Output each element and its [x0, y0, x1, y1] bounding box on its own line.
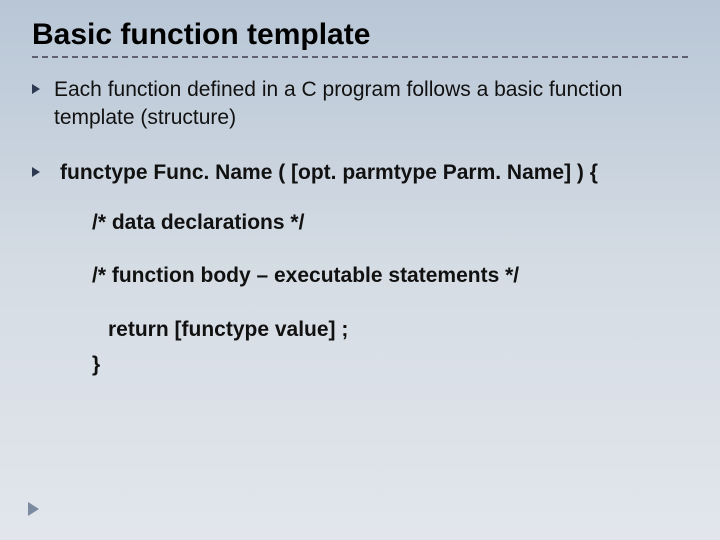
bullet-triangle-icon: [32, 84, 40, 94]
code-return-row: return [functype value] ; }: [92, 316, 688, 379]
code-line: /* function body – executable statements…: [92, 262, 688, 289]
title-divider: [32, 56, 688, 58]
bullet-item: functype Func. Name ( [opt. parmtype Par…: [32, 159, 688, 187]
bullet-text-code: functype Func. Name ( [opt. parmtype Par…: [54, 159, 598, 187]
code-return: return [functype value] ;: [108, 316, 348, 343]
bullet-text: Each function defined in a C program fol…: [54, 76, 688, 133]
bullet-triangle-icon: [32, 167, 40, 177]
code-block: /* data declarations */ /* function body…: [92, 209, 688, 378]
code-close-brace: }: [92, 351, 338, 378]
corner-triangle-icon: [28, 502, 39, 516]
bullet-item: Each function defined in a C program fol…: [32, 76, 688, 133]
slide: Basic function template Each function de…: [0, 0, 720, 540]
code-line: /* data declarations */: [92, 209, 688, 236]
slide-title: Basic function template: [32, 18, 688, 52]
